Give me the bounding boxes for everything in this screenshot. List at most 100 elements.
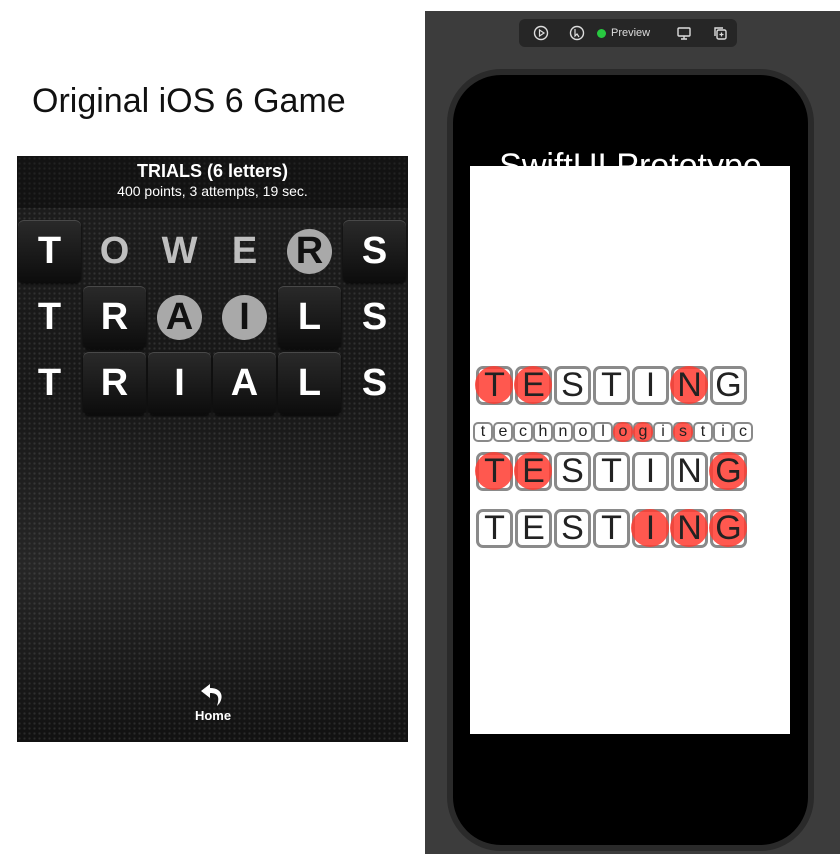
letter-tile[interactable]: S [554,452,591,491]
letter-tile[interactable]: T [18,352,81,415]
tile-letter: O [99,230,130,272]
tile-letter: T [37,362,62,404]
preview-status[interactable]: Preview [597,27,650,39]
game-header: TRIALS (6 letters) 400 points, 3 attempt… [17,156,408,208]
letter-tile[interactable]: G [709,452,747,491]
xcode-preview-canvas: Preview SwiftUI Prototype TESTINGtechnol… [425,11,840,854]
letter-tile[interactable]: S [343,286,406,349]
play-circle-icon [533,25,549,41]
tile-letter: S [361,362,388,404]
letter-tile[interactable]: W [148,220,211,283]
letter-tile[interactable]: S [554,509,591,548]
letter-tile[interactable]: n [553,422,573,442]
tile-letter: S [561,366,584,404]
letter-tile[interactable]: O [83,220,146,283]
letter-tile[interactable]: T [593,366,630,405]
letter-tile[interactable]: t [473,422,493,442]
letter-tile[interactable]: I [631,509,669,548]
letter-tile[interactable]: N [670,509,708,548]
home-button[interactable]: Home [191,682,235,723]
letter-tile[interactable]: t [693,422,713,442]
selectable-mode-button[interactable] [563,21,591,45]
letter-tile[interactable]: s [673,422,693,442]
letter-tile[interactable]: G [709,509,747,548]
tile-letter: L [297,362,322,404]
letter-tile[interactable]: T [475,366,513,405]
letter-tile[interactable]: R [83,352,146,415]
letter-tile[interactable]: g [633,422,653,442]
letter-tile[interactable]: T [475,452,513,491]
swiftui-screen: TESTINGtechnologisticTESTINGTESTING [470,166,790,734]
tile-letter: T [37,230,62,272]
letter-tile[interactable]: S [554,366,591,405]
letter-tile[interactable]: I [632,452,669,491]
letter-tile[interactable]: o [573,422,593,442]
letter-tile[interactable]: T [18,220,81,283]
device-settings-button[interactable] [670,21,698,45]
letter-tile[interactable]: I [632,366,669,405]
letter-tile[interactable]: T [18,286,81,349]
tile-row: TESTING [475,452,749,491]
tile-letter: T [37,296,62,338]
letter-tile[interactable]: i [713,422,733,442]
tile-letter: o [578,423,588,440]
letter-tile[interactable]: R [278,220,341,283]
letter-tile[interactable]: e [493,422,513,442]
tile-letter: S [561,452,584,490]
tile-letter: h [538,423,548,440]
letter-tile[interactable]: L [278,352,341,415]
letter-tile[interactable]: I [213,286,276,349]
game-row: TRA I LS [17,286,408,350]
letter-tile[interactable]: T [593,509,630,548]
letter-tile[interactable]: A [148,286,211,349]
tile-row: technologistic [473,422,753,442]
tile-letter: T [484,366,505,404]
letter-tile[interactable]: c [733,422,753,442]
letter-tile[interactable]: c [513,422,533,442]
tile-letter: t [700,423,706,440]
letter-tile[interactable]: R [83,286,146,349]
display-icon [677,27,691,40]
letter-tile[interactable]: T [593,452,630,491]
letter-tile[interactable]: h [533,422,553,442]
tile-letter: T [601,509,622,547]
letter-tile[interactable]: E [514,452,552,491]
ios6-game-screen: TRIALS (6 letters) 400 points, 3 attempt… [17,156,408,742]
game-row: TOWERS [17,220,408,284]
letter-tile[interactable]: o [613,422,633,442]
tile-letter: g [638,423,648,440]
left-panel-title: Original iOS 6 Game [32,82,346,120]
tile-letter: E [522,509,545,547]
tile-letter: I [645,452,656,490]
letter-tile[interactable]: E [515,509,552,548]
tile-letter: I [645,366,656,404]
tile-letter: s [679,423,687,440]
duplicate-preview-button[interactable] [706,21,734,45]
letter-tile[interactable]: N [671,452,708,491]
tile-letter: L [297,296,322,338]
letter-tile[interactable]: G [710,366,747,405]
back-arrow-icon [201,684,222,706]
live-preview-button[interactable] [527,21,555,45]
letter-tile[interactable]: l [593,422,613,442]
letter-tile[interactable]: T [476,509,513,548]
letter-tile[interactable]: N [670,366,708,405]
duplicate-icon [714,27,727,40]
letter-tile[interactable]: E [514,366,552,405]
tile-letter: W [161,230,198,272]
home-label: Home [194,708,232,723]
letter-tile[interactable]: I [148,352,211,415]
letter-tile[interactable]: A [213,352,276,415]
letter-tile[interactable]: E [213,220,276,283]
letter-tile[interactable]: L [278,286,341,349]
letter-tile[interactable]: i [653,422,673,442]
letter-tile[interactable]: S [343,352,406,415]
tile-letter: N [677,509,702,547]
tile-letter: T [484,452,505,490]
tile-letter: N [677,452,702,490]
tile-letter: R [100,296,129,338]
letter-tile[interactable]: S [343,220,406,283]
tile-letter: E [522,366,545,404]
tile-row: TESTING [475,366,749,405]
tile-letter: t [480,423,486,440]
